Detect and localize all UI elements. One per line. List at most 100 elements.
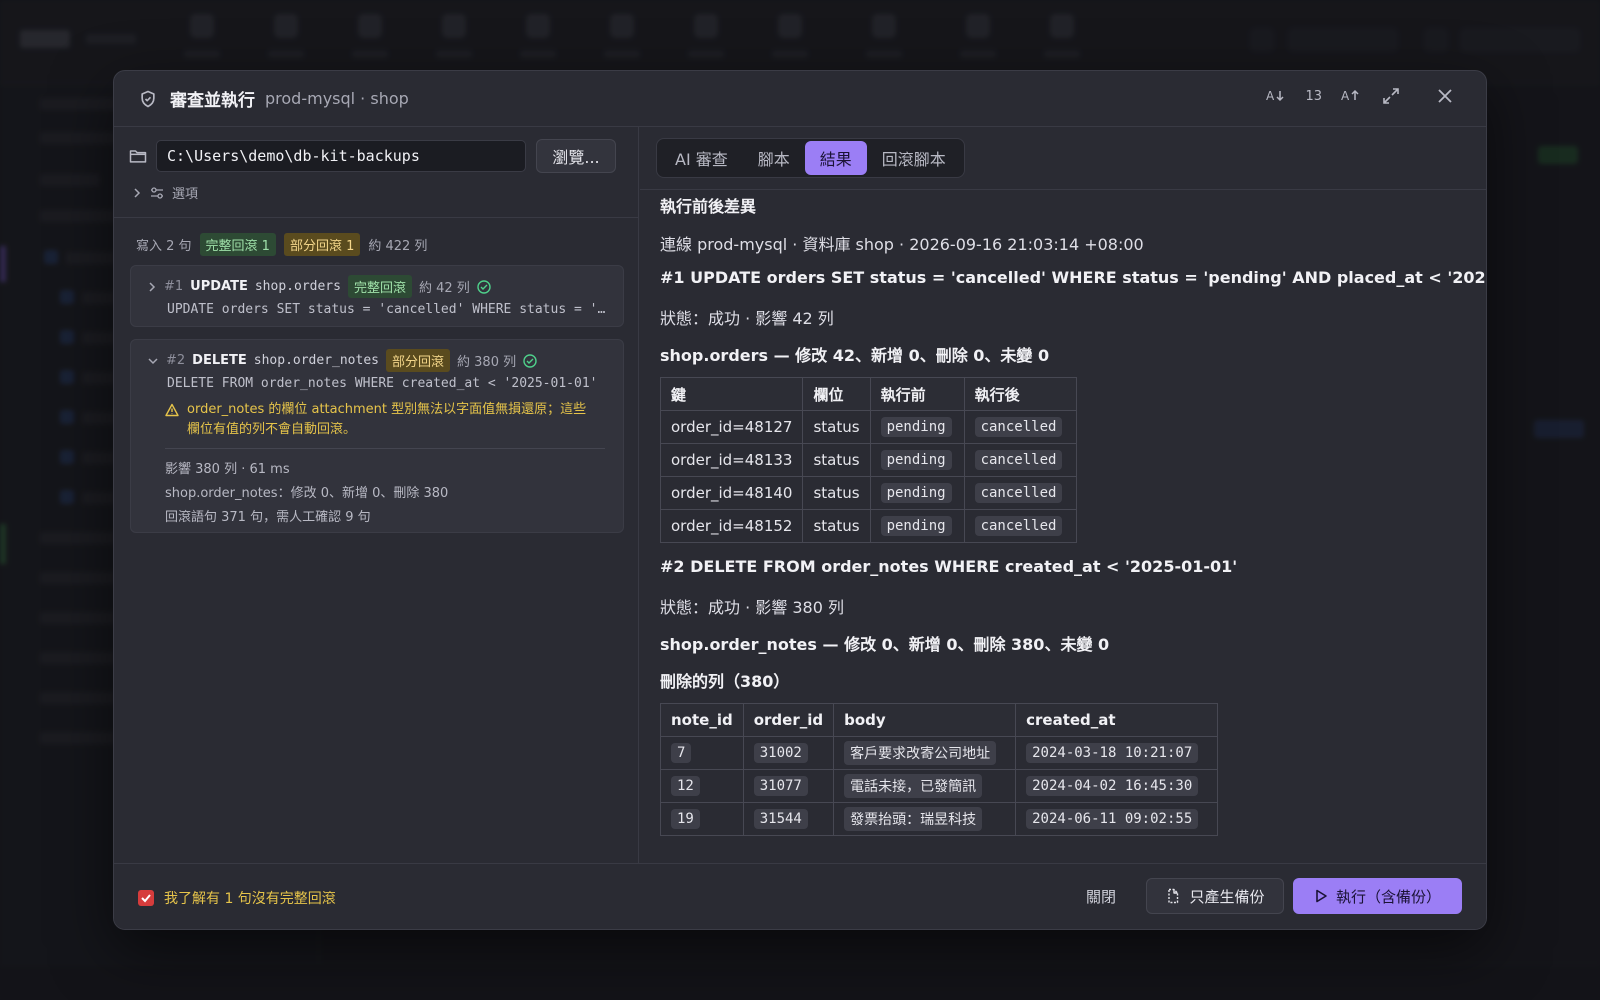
value-chip: 31002 bbox=[753, 743, 808, 763]
chevron-down-icon[interactable] bbox=[147, 356, 159, 366]
column-header: note_id bbox=[660, 703, 744, 737]
svg-text:A: A bbox=[1266, 89, 1275, 103]
column-header: 欄位 bbox=[802, 377, 871, 411]
cell-body: 客戶要求改寄公司地址 bbox=[833, 736, 1017, 770]
tab-script[interactable]: 腳本 bbox=[743, 141, 805, 175]
warning-text: order_notes 的欄位 attachment 型別無法以字面值無損還原；… bbox=[187, 402, 587, 437]
chevron-right-icon[interactable] bbox=[147, 281, 157, 293]
tab-ai-review[interactable]: AI 審查 bbox=[660, 141, 743, 175]
rollback-stat: 回滾語句 371 句，需人工確認 9 句 bbox=[165, 510, 371, 525]
row-estimate: 約 422 列 bbox=[368, 239, 428, 254]
execute-label: 執行（含備份） bbox=[1335, 887, 1441, 906]
column-header: order_id bbox=[742, 703, 835, 737]
cell-before: pending bbox=[869, 476, 965, 510]
backup-only-label: 只產生備份 bbox=[1189, 887, 1265, 906]
table-row: 19 31544 發票抬頭：瑞昱科技 2024-06-11 09:02:55 bbox=[660, 802, 1219, 836]
cell-order-id: 31077 bbox=[742, 769, 835, 803]
value-chip: 電話未接，已發簡訊 bbox=[844, 774, 983, 798]
close-icon[interactable] bbox=[1434, 85, 1456, 107]
statement-card[interactable]: #2 DELETE shop.order_notes 部分回滾 約 380 列 … bbox=[130, 339, 624, 533]
value-chip: pending bbox=[880, 516, 952, 536]
cell-created-at: 2024-06-11 09:02:55 bbox=[1015, 802, 1219, 836]
value-chip: 2024-06-11 09:02:55 bbox=[1026, 809, 1199, 829]
statement-operation: DELETE bbox=[192, 353, 247, 368]
statements-pane: 瀏覽... 選項 寫入 2 句 完整回滾 1 部分回滾 1 約 422 列 #1… bbox=[114, 127, 639, 863]
statement-1-title: #1 UPDATE orders SET status = 'cancelled… bbox=[660, 268, 1487, 287]
value-chip: pending bbox=[880, 417, 952, 437]
options-toggle[interactable]: 選項 bbox=[132, 183, 198, 202]
value-chip: pending bbox=[880, 450, 952, 470]
font-decrease-icon[interactable]: A bbox=[1265, 85, 1287, 107]
cell-key: order_id=48127 bbox=[659, 410, 804, 444]
column-header: body bbox=[833, 703, 1017, 737]
dialog-subtitle: prod-mysql · shop bbox=[265, 89, 409, 108]
browse-button[interactable]: 瀏覽... bbox=[536, 139, 616, 173]
checkbox-checked-icon[interactable] bbox=[138, 890, 154, 906]
write-summary: 寫入 2 句 完整回滾 1 部分回滾 1 約 422 列 bbox=[136, 233, 427, 256]
file-backup-icon bbox=[1168, 888, 1179, 904]
cell-after: cancelled bbox=[963, 410, 1077, 444]
backup-path-input[interactable] bbox=[156, 140, 526, 172]
cell-after: cancelled bbox=[963, 476, 1077, 510]
value-chip: 7 bbox=[671, 743, 692, 763]
close-button[interactable]: 關閉 bbox=[1086, 886, 1116, 907]
acknowledge-label: 我了解有 1 句沒有完整回滾 bbox=[164, 891, 336, 907]
statement-number: #2 bbox=[166, 353, 186, 368]
cell-body: 發票抬頭：瑞昱科技 bbox=[833, 802, 1017, 836]
cell-note-id: 7 bbox=[660, 736, 744, 770]
value-chip: 客戶要求改寄公司地址 bbox=[844, 741, 997, 765]
statement-sql: DELETE FROM order_notes WHERE created_at… bbox=[167, 376, 598, 391]
review-execute-dialog: 審查並執行 prod-mysql · shop A 13 A 瀏覽... bbox=[113, 70, 1487, 930]
cell-after: cancelled bbox=[963, 443, 1077, 477]
execution-stat: 影響 380 列 · 61 ms bbox=[165, 462, 290, 477]
result-scroll-area[interactable]: 執行前後差異 連線 prod-mysql · 資料庫 shop · 2026-0… bbox=[640, 190, 1487, 863]
diff-table-orders: 鍵 欄位 執行前 執行後 order_id=48127 status pendi… bbox=[659, 377, 1077, 543]
table-row: 7 31002 客戶要求改寄公司地址 2024-03-18 10:21:07 bbox=[660, 736, 1219, 770]
deleted-rows-heading: 刪除的列（380） bbox=[660, 672, 790, 691]
chevron-right-icon bbox=[134, 187, 141, 198]
statement-table: shop.orders bbox=[254, 279, 341, 294]
statement-card[interactable]: #1 UPDATE shop.orders 完整回滾 約 42 列 UPDATE… bbox=[130, 265, 624, 327]
details-pane: AI 審查 腳本 結果 回滾腳本 執行前後差異 連線 prod-mysql · … bbox=[640, 127, 1487, 863]
backup-only-button[interactable]: 只產生備份 bbox=[1146, 878, 1284, 914]
value-chip: 2024-04-02 16:45:30 bbox=[1026, 776, 1199, 796]
cell-note-id: 12 bbox=[660, 769, 744, 803]
options-label: 選項 bbox=[172, 187, 199, 202]
value-chip: 19 bbox=[671, 809, 700, 829]
table-row: order_id=48152 status pending cancelled bbox=[659, 509, 1077, 543]
cell-before: pending bbox=[869, 443, 965, 477]
column-header: 執行前 bbox=[869, 377, 965, 411]
check-circle-icon bbox=[523, 353, 537, 368]
statement-2-status: 狀態：成功 · 影響 380 列 bbox=[660, 598, 844, 617]
value-chip: 31544 bbox=[753, 809, 808, 829]
statement-1-summary: shop.orders — 修改 42、新增 0、刪除 0、未變 0 bbox=[660, 346, 1050, 365]
statement-2-summary: shop.order_notes — 修改 0、新增 0、刪除 380、未變 0 bbox=[660, 635, 1110, 654]
dialog-tools: A 13 A bbox=[1265, 85, 1456, 107]
rollback-badge: 完整回滾 bbox=[347, 275, 412, 298]
cell-before: pending bbox=[869, 410, 965, 444]
font-increase-icon[interactable]: A bbox=[1340, 85, 1362, 107]
acknowledge-checkbox[interactable]: 我了解有 1 句沒有完整回滾 bbox=[138, 888, 336, 908]
statement-2-title: #2 DELETE FROM order_notes WHERE created… bbox=[660, 557, 1238, 576]
statement-header: #2 DELETE shop.order_notes 部分回滾 約 380 列 bbox=[147, 349, 537, 372]
maximize-icon[interactable] bbox=[1380, 85, 1402, 107]
tab-result[interactable]: 結果 bbox=[804, 141, 867, 175]
cell-note-id: 19 bbox=[660, 802, 744, 836]
cell-before: pending bbox=[869, 509, 965, 543]
cell-column: status bbox=[802, 509, 871, 543]
tab-rollback-script[interactable]: 回滾腳本 bbox=[867, 141, 961, 175]
execute-button[interactable]: 執行（含備份） bbox=[1293, 878, 1462, 914]
statement-rows: 約 42 列 bbox=[418, 281, 470, 296]
table-row: order_id=48127 status pending cancelled bbox=[659, 410, 1077, 444]
folder-icon bbox=[129, 150, 147, 163]
sliders-icon bbox=[151, 186, 163, 199]
dialog-footer: 我了解有 1 句沒有完整回滾 關閉 只產生備份 執行（含備份） bbox=[114, 863, 1486, 929]
full-rollback-badge: 完整回滾 1 bbox=[199, 233, 276, 256]
divider bbox=[165, 448, 605, 449]
cell-created-at: 2024-04-02 16:45:30 bbox=[1015, 769, 1219, 803]
cell-body: 電話未接，已發簡訊 bbox=[833, 769, 1017, 803]
write-count: 寫入 2 句 bbox=[136, 239, 192, 254]
statement-header: #1 UPDATE shop.orders 完整回滾 約 42 列 bbox=[147, 275, 491, 298]
value-chip: 31077 bbox=[753, 776, 808, 796]
tab-bar: AI 審查 腳本 結果 回滾腳本 bbox=[656, 138, 965, 178]
